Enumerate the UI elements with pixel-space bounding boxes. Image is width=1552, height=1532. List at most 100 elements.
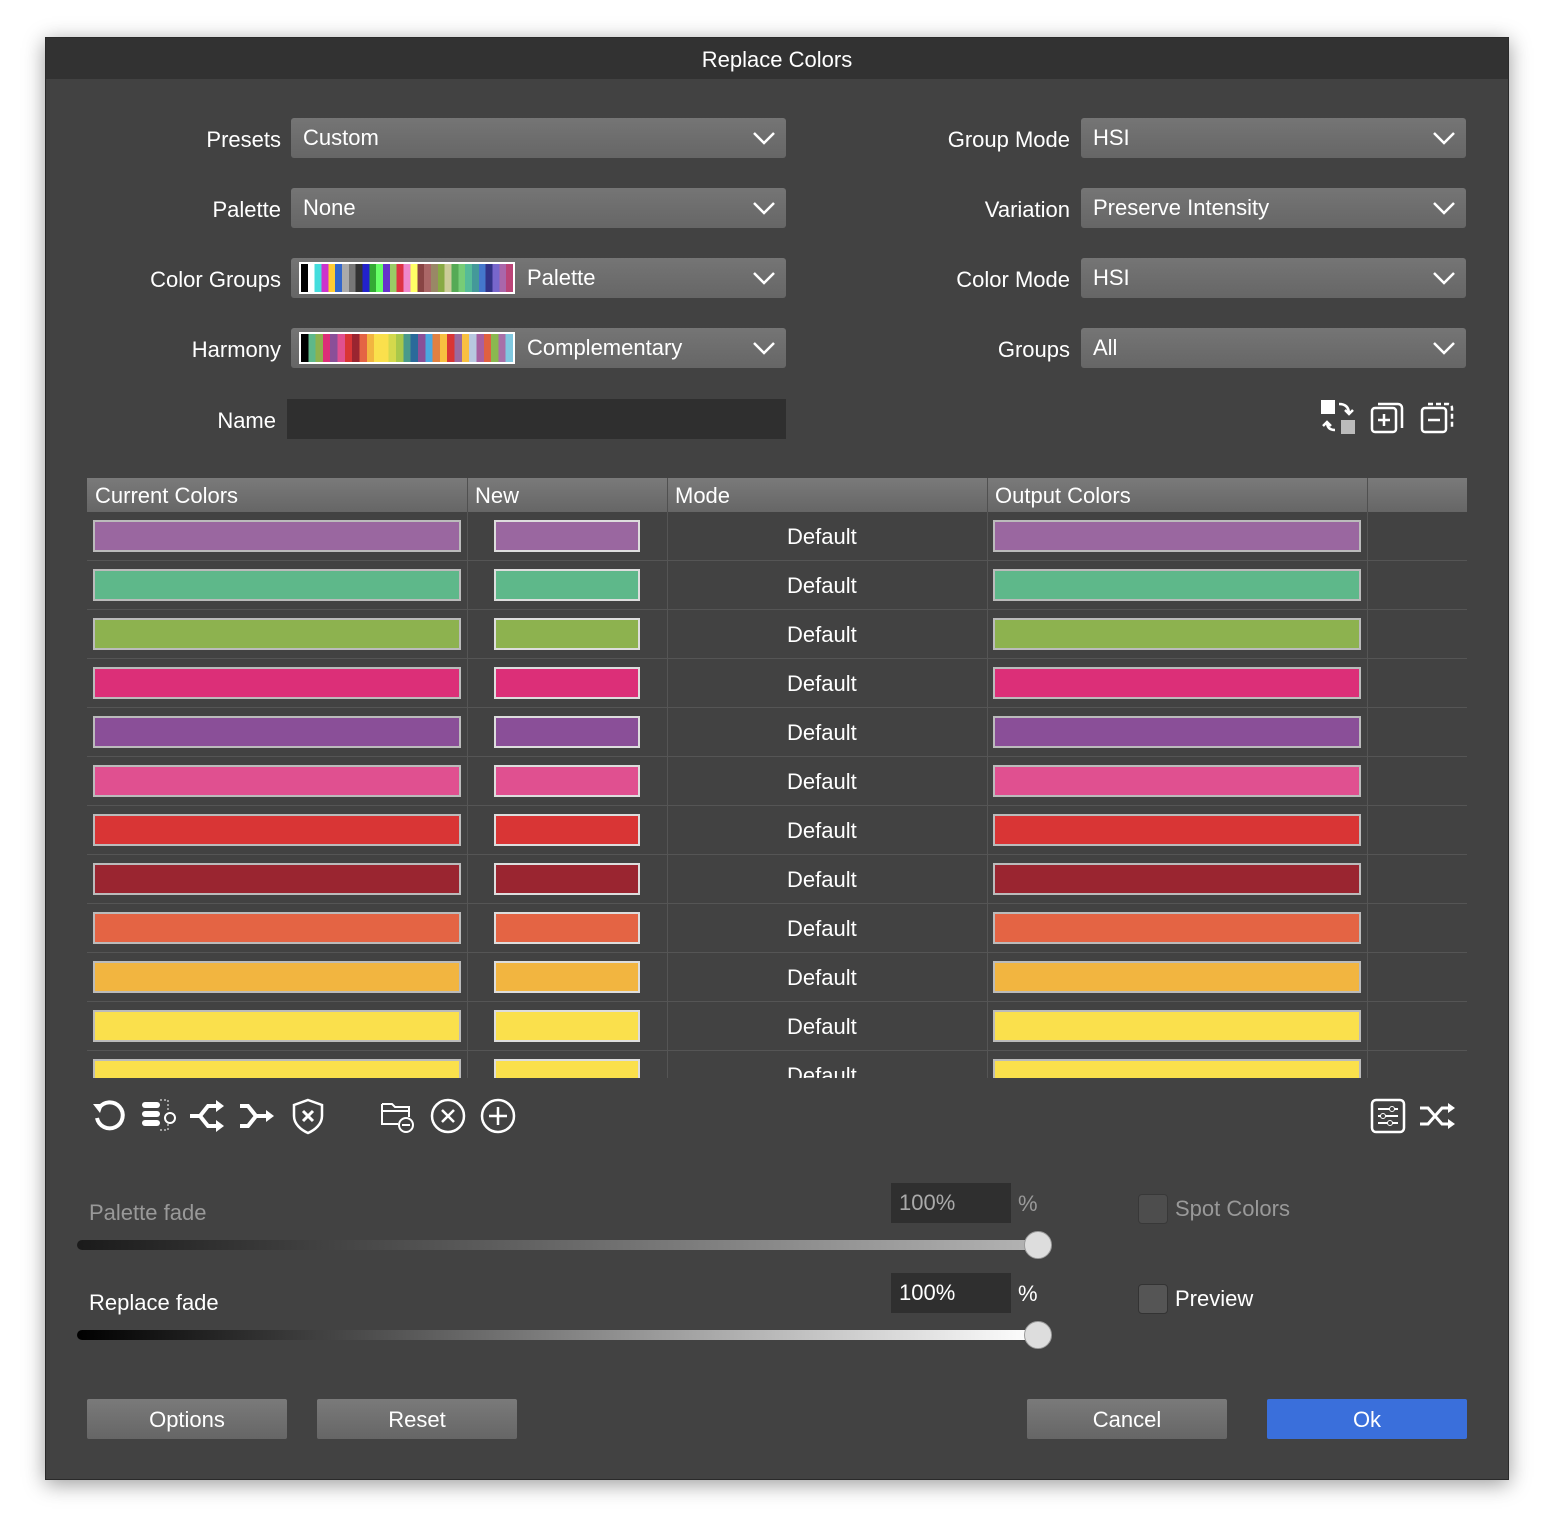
palette-fade-knob[interactable]	[1024, 1231, 1052, 1259]
adjustments-icon[interactable]	[1368, 1096, 1408, 1136]
output-color-swatch	[993, 716, 1361, 748]
chevron-down-icon	[1432, 266, 1456, 290]
ok-button[interactable]: Ok	[1267, 1399, 1467, 1439]
palette-fade-label: Palette fade	[89, 1200, 206, 1226]
mode-cell[interactable]: Default	[787, 573, 857, 599]
reset-button[interactable]: Reset	[317, 1399, 517, 1439]
add-circle-icon[interactable]	[478, 1096, 518, 1136]
new-color-swatch[interactable]	[494, 667, 640, 699]
mode-cell[interactable]: Default	[787, 622, 857, 648]
new-color-swatch[interactable]	[494, 961, 640, 993]
mode-cell[interactable]: Default	[787, 1014, 857, 1040]
color-mode-dropdown[interactable]: HSI	[1081, 258, 1466, 298]
shield-x-icon[interactable]	[288, 1096, 328, 1136]
header-mode[interactable]: Mode	[675, 483, 730, 509]
new-color-swatch[interactable]	[494, 1010, 640, 1042]
table-row[interactable]: Default	[87, 659, 1467, 708]
cancel-button[interactable]: Cancel	[1027, 1399, 1227, 1439]
new-color-swatch[interactable]	[494, 1059, 640, 1078]
mode-cell[interactable]: Default	[787, 1063, 857, 1078]
header-output-colors[interactable]: Output Colors	[995, 483, 1131, 509]
current-color-swatch[interactable]	[93, 863, 461, 895]
palette-dropdown[interactable]: None	[291, 188, 786, 228]
current-color-swatch[interactable]	[93, 814, 461, 846]
reset-rotate-icon[interactable]	[89, 1096, 129, 1136]
palette-fade-slider[interactable]	[77, 1240, 1037, 1250]
table-row[interactable]: Default	[87, 855, 1467, 904]
new-color-swatch[interactable]	[494, 618, 640, 650]
mode-cell[interactable]: Default	[787, 916, 857, 942]
new-color-swatch[interactable]	[494, 912, 640, 944]
remove-group-icon[interactable]	[1418, 398, 1458, 438]
current-color-swatch[interactable]	[93, 1059, 461, 1078]
color-mode-label: Color Mode	[830, 267, 1070, 293]
new-color-swatch[interactable]	[494, 569, 640, 601]
presets-dropdown[interactable]: Custom	[291, 118, 786, 158]
current-color-swatch[interactable]	[93, 618, 461, 650]
new-color-swatch[interactable]	[494, 716, 640, 748]
current-color-swatch[interactable]	[93, 569, 461, 601]
group-mode-label: Group Mode	[830, 127, 1070, 153]
table-row[interactable]: Default	[87, 610, 1467, 659]
header-current-colors[interactable]: Current Colors	[95, 483, 238, 509]
options-button[interactable]: Options	[87, 1399, 287, 1439]
mode-cell[interactable]: Default	[787, 524, 857, 550]
new-color-swatch[interactable]	[494, 520, 640, 552]
groups-dropdown[interactable]: All	[1081, 328, 1466, 368]
replace-fade-slider[interactable]	[77, 1330, 1037, 1340]
current-color-swatch[interactable]	[93, 1010, 461, 1042]
output-color-swatch	[993, 912, 1361, 944]
table-row[interactable]: Default	[87, 561, 1467, 610]
new-color-swatch[interactable]	[494, 765, 640, 797]
remove-circle-icon[interactable]	[428, 1096, 468, 1136]
split-icon[interactable]	[188, 1096, 228, 1136]
current-color-swatch[interactable]	[93, 716, 461, 748]
chevron-down-icon	[1432, 196, 1456, 220]
shuffle-icon[interactable]	[1418, 1096, 1458, 1136]
palette-fade-input[interactable]: 100%	[891, 1183, 1011, 1223]
replace-fade-knob[interactable]	[1024, 1321, 1052, 1349]
table-row[interactable]: Default	[87, 953, 1467, 1002]
current-color-swatch[interactable]	[93, 765, 461, 797]
mode-cell[interactable]: Default	[787, 867, 857, 893]
table-row[interactable]: Default	[87, 904, 1467, 953]
color-groups-icon[interactable]	[138, 1096, 178, 1136]
current-color-swatch[interactable]	[93, 912, 461, 944]
new-color-swatch[interactable]	[494, 814, 640, 846]
group-mode-dropdown[interactable]: HSI	[1081, 118, 1466, 158]
preview-checkbox[interactable]	[1138, 1284, 1168, 1314]
new-color-swatch[interactable]	[494, 863, 640, 895]
add-group-icon[interactable]	[1368, 398, 1408, 438]
chevron-down-icon	[752, 266, 776, 290]
presets-label: Presets	[41, 127, 281, 153]
replace-fade-input[interactable]: 100%	[891, 1273, 1011, 1313]
table-row[interactable]: Default	[87, 757, 1467, 806]
swap-colors-icon[interactable]	[1319, 398, 1359, 438]
table-row[interactable]: Default	[87, 1051, 1467, 1078]
mode-cell[interactable]: Default	[787, 818, 857, 844]
spot-colors-checkbox[interactable]	[1138, 1194, 1168, 1224]
mode-cell[interactable]: Default	[787, 671, 857, 697]
mode-cell[interactable]: Default	[787, 720, 857, 746]
merge-icon[interactable]	[238, 1096, 278, 1136]
current-color-swatch[interactable]	[93, 667, 461, 699]
table-row[interactable]: Default	[87, 708, 1467, 757]
table-row[interactable]: Default	[87, 512, 1467, 561]
mode-cell[interactable]: Default	[787, 769, 857, 795]
variation-dropdown[interactable]: Preserve Intensity	[1081, 188, 1466, 228]
table-row[interactable]: Default	[87, 806, 1467, 855]
header-new[interactable]: New	[475, 483, 519, 509]
current-color-swatch[interactable]	[93, 520, 461, 552]
name-input[interactable]	[287, 399, 786, 439]
color-groups-dropdown[interactable]: Palette	[291, 258, 786, 298]
current-color-swatch[interactable]	[93, 961, 461, 993]
table-row[interactable]: Default	[87, 1002, 1467, 1051]
output-color-swatch	[993, 1010, 1361, 1042]
harmony-dropdown[interactable]: Complementary	[291, 328, 786, 368]
color-groups-swatch	[299, 262, 515, 294]
output-color-swatch	[993, 961, 1361, 993]
mode-cell[interactable]: Default	[787, 965, 857, 991]
folder-remove-icon[interactable]	[378, 1096, 418, 1136]
color-groups-label: Color Groups	[41, 267, 281, 293]
chevron-down-icon	[752, 196, 776, 220]
